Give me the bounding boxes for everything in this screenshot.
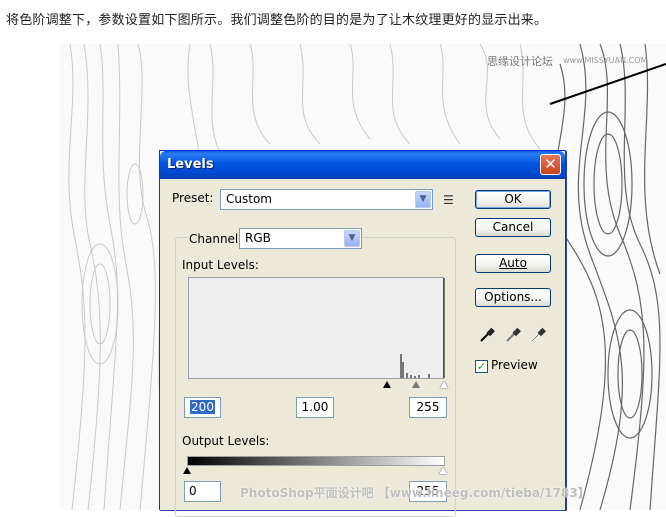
histogram bbox=[188, 277, 445, 379]
cancel-button[interactable]: Cancel bbox=[475, 218, 551, 237]
input-white-field[interactable]: 255 bbox=[409, 397, 447, 418]
channel-label: Channel: bbox=[187, 232, 245, 246]
channel-value: RGB bbox=[245, 231, 271, 245]
preset-options-icon[interactable]: ☰ bbox=[443, 193, 454, 207]
close-button[interactable]: ✕ bbox=[540, 154, 561, 175]
preset-value: Custom bbox=[226, 192, 272, 206]
input-black-slider[interactable] bbox=[383, 381, 391, 388]
input-black-field[interactable]: 200 bbox=[184, 397, 221, 418]
channel-dropdown[interactable]: RGB ▼ bbox=[239, 228, 362, 249]
output-gradient-bar bbox=[187, 456, 445, 466]
input-gamma-slider[interactable] bbox=[412, 381, 420, 388]
title-bar: Levels ✕ bbox=[160, 151, 565, 179]
chevron-down-icon: ▼ bbox=[344, 230, 360, 247]
ok-button[interactable]: OK bbox=[475, 190, 551, 209]
preview-label: Preview bbox=[491, 358, 538, 372]
preview-checkbox[interactable]: ✓ bbox=[475, 360, 488, 373]
auto-button[interactable]: Auto bbox=[475, 254, 551, 273]
site-watermark: 思缘设计论坛 bbox=[487, 55, 553, 68]
preset-label: Preset: bbox=[172, 191, 214, 205]
levels-dialog: Levels ✕ Preset: Custom ▼ ☰ Channel: RGB… bbox=[159, 150, 566, 517]
dialog-title: Levels bbox=[167, 157, 214, 172]
output-levels-label: Output Levels: bbox=[182, 434, 270, 448]
chevron-down-icon: ▼ bbox=[415, 191, 431, 208]
input-black-value: 200 bbox=[190, 400, 215, 414]
black-eyedropper-icon[interactable] bbox=[478, 326, 496, 344]
preset-dropdown[interactable]: Custom ▼ bbox=[220, 189, 433, 210]
caption-text: 将色阶调整下，参数设置如下图所示。我们调整色阶的目的是为了让木纹理更好的显示出来… bbox=[6, 13, 548, 28]
gray-eyedropper-icon[interactable] bbox=[504, 326, 522, 344]
input-white-slider[interactable] bbox=[440, 381, 448, 388]
site-url: www.MISSYUAN.COM bbox=[563, 56, 648, 65]
watermark-text: PhotoShop平面设计吧 【www.lineeg.com/tieba/178… bbox=[240, 486, 590, 500]
white-eyedropper-icon[interactable] bbox=[529, 326, 547, 344]
output-black-slider[interactable] bbox=[183, 467, 191, 474]
input-levels-label: Input Levels: bbox=[182, 258, 259, 272]
options-button[interactable]: Options... bbox=[475, 288, 551, 307]
output-black-field[interactable]: 0 bbox=[184, 481, 221, 502]
input-gamma-field[interactable]: 1.00 bbox=[296, 397, 334, 418]
output-white-slider[interactable] bbox=[439, 467, 447, 474]
